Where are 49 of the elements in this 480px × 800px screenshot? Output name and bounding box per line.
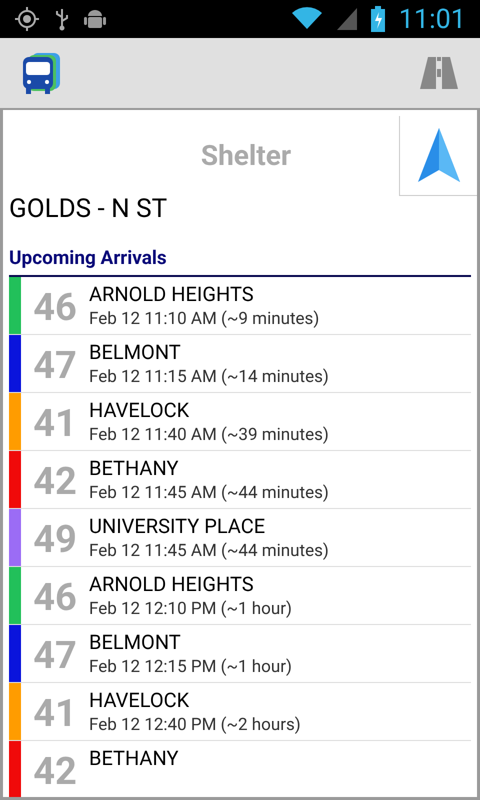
arrival-time: Feb 12 11:15 AM (~14 minutes) — [89, 366, 329, 388]
route-number: 41 — [32, 401, 78, 443]
navigate-button[interactable] — [399, 116, 477, 196]
arrival-time: Feb 12 12:10 PM (~1 hour) — [89, 598, 292, 620]
arrival-time: Feb 12 11:45 AM (~44 minutes) — [89, 482, 329, 504]
arrival-row[interactable]: 41 HAVELOCK Feb 12 12:40 PM (~2 hours) — [9, 682, 471, 740]
arrival-row[interactable]: 47 BELMONT Feb 12 12:15 PM (~1 hour) — [9, 624, 471, 682]
arrival-row[interactable]: 49 UNIVERSITY PLACE Feb 12 11:45 AM (~44 minutes) — [9, 508, 471, 566]
arrival-row[interactable]: 42 BETHANY Feb 12 11:45 AM (~44 minutes) — [9, 450, 471, 508]
signal-icon — [336, 8, 357, 30]
route-name: UNIVERSITY PLACE — [89, 514, 266, 538]
bus-icon[interactable] — [22, 51, 62, 95]
gps-icon — [14, 6, 40, 32]
route-number: 46 — [32, 575, 78, 617]
route-number: 47 — [32, 343, 78, 385]
usb-icon — [54, 7, 70, 31]
stop-name: GOLDS - N ST — [8, 196, 168, 222]
route-name: BELMONT — [89, 340, 182, 364]
arrival-row[interactable]: 41 HAVELOCK Feb 12 11:40 AM (~39 minutes) — [9, 392, 471, 450]
arrival-row[interactable]: 46 ARNOLD HEIGHTS Feb 12 11:10 AM (~9 minutes) — [9, 276, 471, 334]
route-number: 41 — [32, 691, 78, 733]
screen-title: Shelter — [200, 138, 292, 174]
arrival-time: Feb 12 11:45 AM (~44 minutes) — [89, 540, 329, 562]
route-number: 46 — [32, 285, 78, 327]
arrival-row[interactable]: 47 BELMONT Feb 12 11:15 AM (~14 minutes) — [9, 334, 471, 392]
arrival-time: Feb 12 12:40 PM (~2 hours) — [89, 714, 301, 736]
route-name: BETHANY — [89, 746, 178, 770]
route-name: ARNOLD HEIGHTS — [89, 282, 255, 306]
route-name: HAVELOCK — [89, 688, 190, 712]
status-time: 11:01 — [398, 6, 466, 32]
arrival-time: Feb 12 11:40 AM (~39 minutes) — [89, 424, 329, 446]
route-name: BELMONT — [89, 630, 182, 654]
android-icon — [84, 7, 106, 31]
navigation-arrow-icon — [418, 128, 460, 184]
route-number: 47 — [32, 633, 78, 675]
wifi-icon — [290, 7, 323, 31]
arrival-time: Feb 12 12:15 PM (~1 hour) — [89, 656, 292, 678]
arrival-row[interactable]: 46 ARNOLD HEIGHTS Feb 12 12:10 PM (~1 hour) — [9, 566, 471, 624]
route-number: 49 — [32, 517, 78, 559]
route-number: 42 — [32, 459, 78, 501]
route-name: HAVELOCK — [89, 398, 190, 422]
section-heading: Upcoming Arrivals — [9, 244, 471, 276]
road-icon[interactable] — [420, 57, 458, 89]
arrival-time: Feb 12 11:10 AM (~9 minutes) — [89, 308, 320, 330]
battery-icon — [370, 6, 385, 32]
route-number: 42 — [32, 749, 78, 791]
route-name: BETHANY — [89, 456, 180, 480]
arrival-row[interactable]: 42 BETHANY — [9, 740, 471, 797]
route-name: ARNOLD HEIGHTS — [89, 572, 255, 596]
